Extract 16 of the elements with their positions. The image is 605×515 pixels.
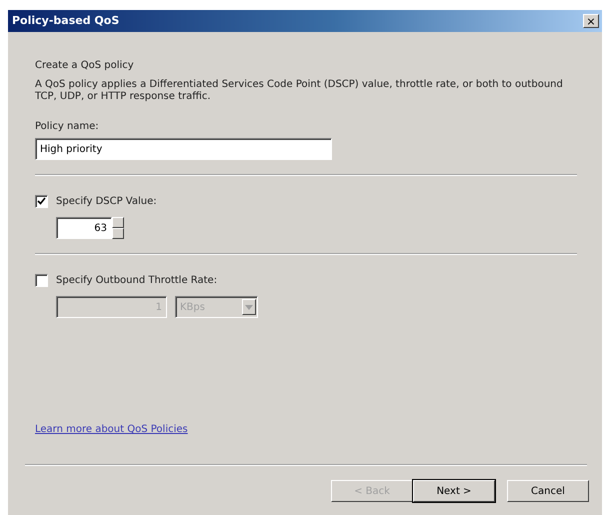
dialog-button[interactable]: Cancel [507,480,589,502]
page-heading: Create a QoS policy [35,59,135,73]
window-title: Policy-based QoS [12,12,120,29]
policy-name-field[interactable]: High priority [35,138,332,160]
dialog-button[interactable]: Next > [413,480,495,502]
caret-icon [242,299,256,315]
description-text: A QoS policy applies a Differentiated Services Code Point (DSCP) value, throttle rate, or both to outbound TCP, UDP, or HTTP response traffic. [35,79,564,103]
learn-more-link[interactable]: Learn more about QoS Policies [35,424,188,435]
checkbox-label: Specify DSCP Value: [56,195,157,209]
checkbox-label: Specify Outbound Throttle Rate: [56,274,218,288]
checkbox[interactable] [35,274,48,287]
spin-buttons[interactable] [112,217,124,239]
dscp-value-field[interactable]: 63 [56,217,112,239]
field-label: Policy name: [35,120,100,134]
close-button[interactable]: × [583,14,599,28]
checkbox[interactable] [35,195,48,208]
